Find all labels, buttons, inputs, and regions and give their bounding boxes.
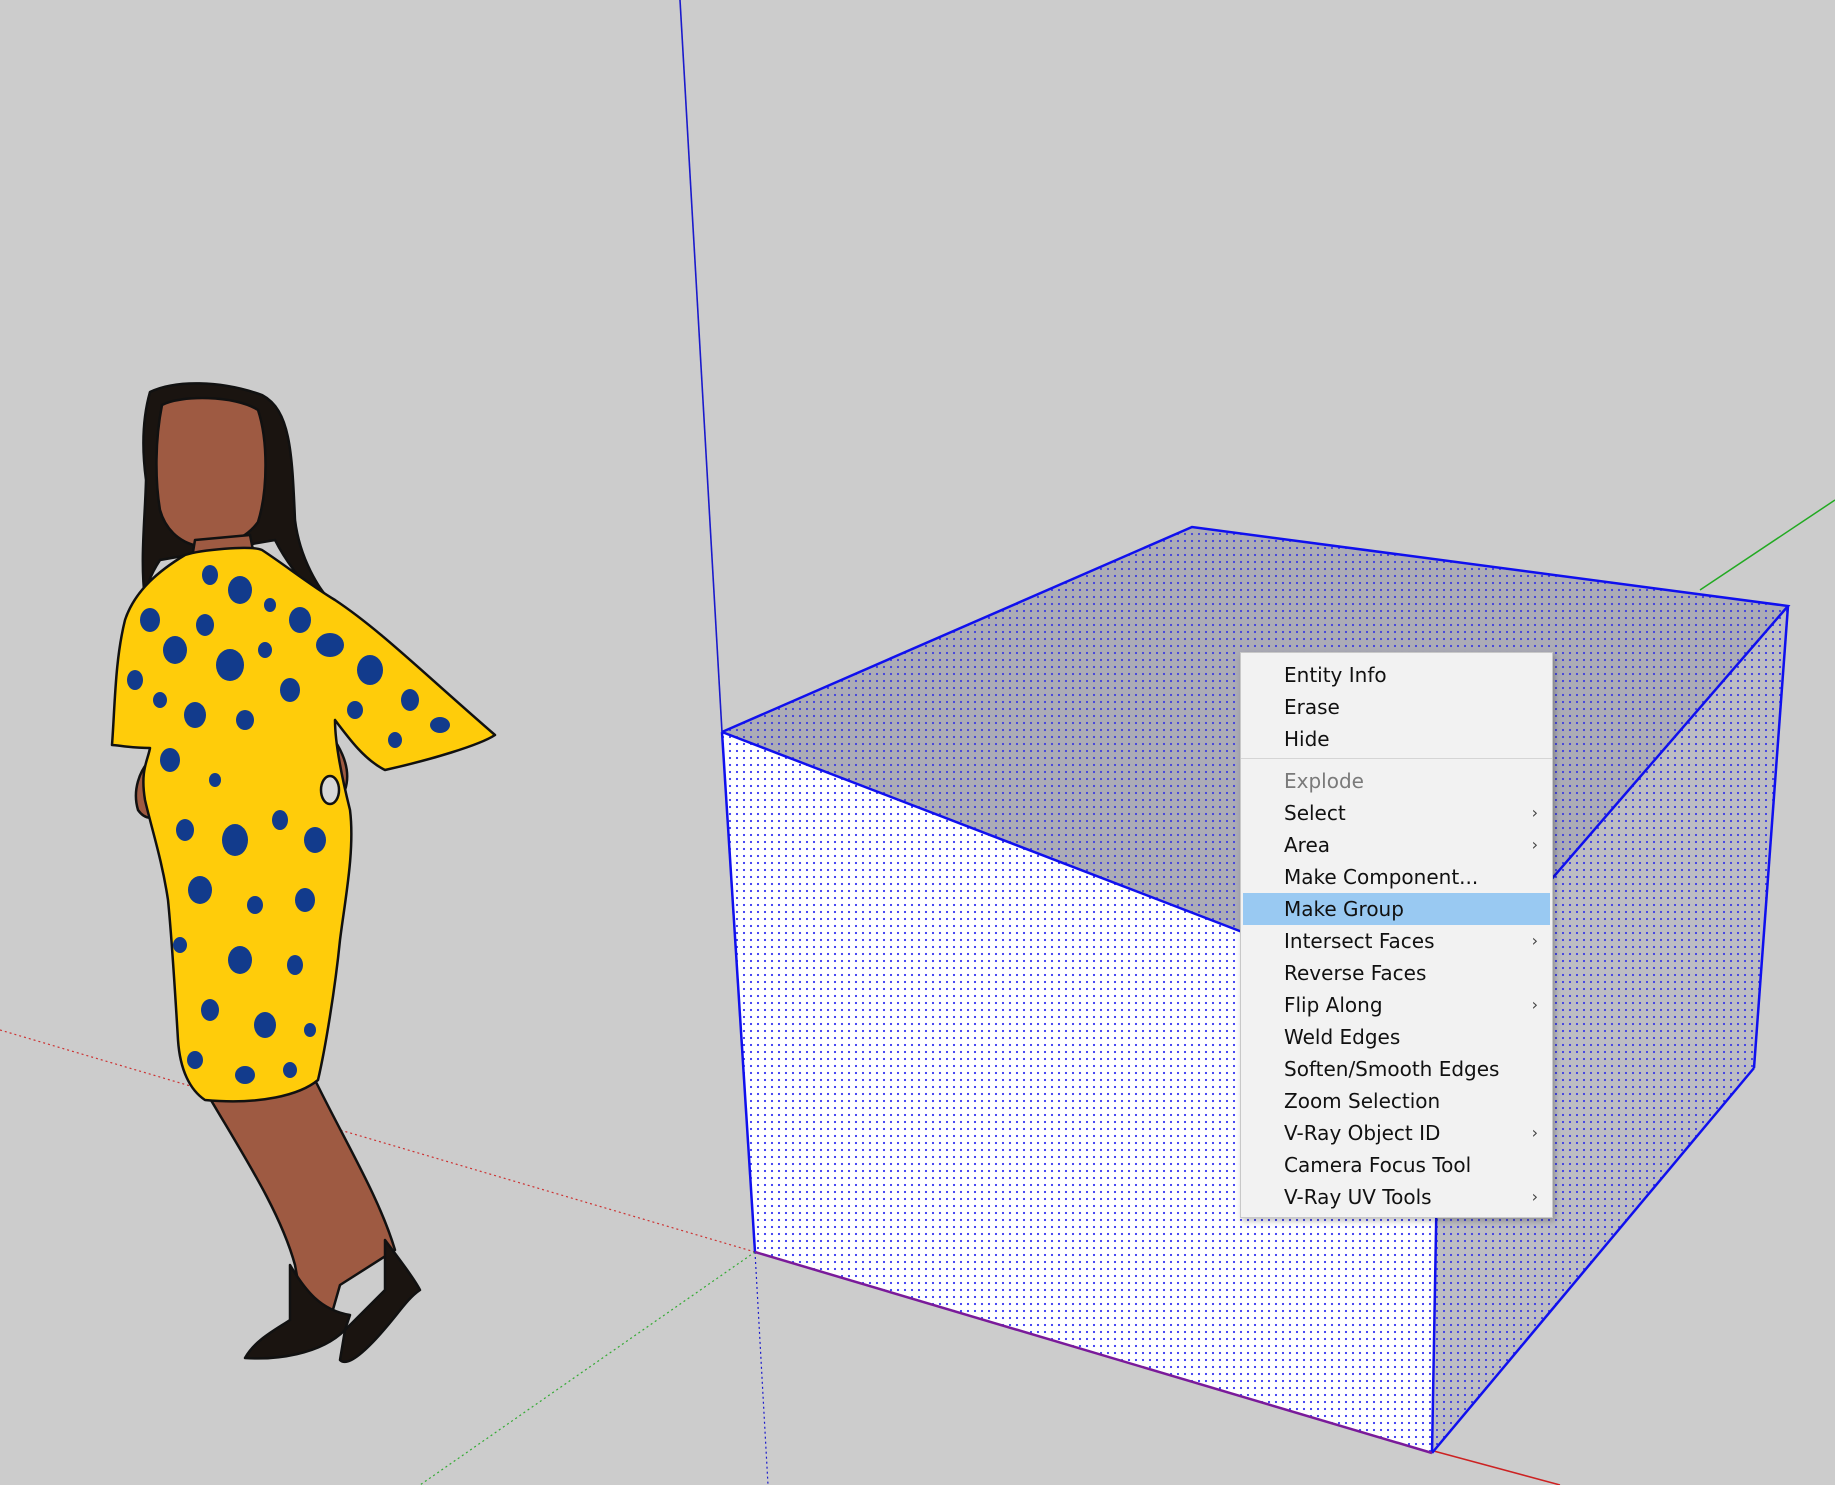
menu-item-label: Hide (1284, 727, 1330, 751)
chevron-right-icon: › (1531, 995, 1538, 1014)
menu-item-label: V-Ray UV Tools (1284, 1185, 1432, 1209)
blue-axis-solid (679, 0, 723, 733)
menu-item-label: Weld Edges (1284, 1025, 1401, 1049)
menu-item-label: Make Component... (1284, 865, 1479, 889)
menu-item-v-ray-uv-tools[interactable]: V-Ray UV Tools › (1241, 1181, 1552, 1213)
chevron-right-icon: › (1531, 803, 1538, 822)
context-menu: Entity Info Erase Hide Explode Select › Area › M… (1240, 652, 1553, 1218)
figure-face (155, 396, 267, 548)
menu-item-v-ray-object-id[interactable]: V-Ray Object ID › (1241, 1117, 1552, 1149)
menu-item-label: Reverse Faces (1284, 961, 1427, 985)
menu-separator (1241, 758, 1552, 759)
menu-item-weld-edges[interactable]: Weld Edges (1241, 1021, 1552, 1053)
menu-item-erase[interactable]: Erase (1241, 691, 1552, 723)
menu-item-label: Zoom Selection (1284, 1089, 1441, 1113)
person-figure[interactable] (110, 382, 497, 1364)
menu-item-label: Camera Focus Tool (1284, 1153, 1472, 1177)
menu-item-camera-focus-tool[interactable]: Camera Focus Tool (1241, 1149, 1552, 1181)
menu-item-label: Flip Along (1284, 993, 1383, 1017)
menu-item-make-component[interactable]: Make Component... (1241, 861, 1552, 893)
blue-axis-dotted (754, 1251, 769, 1485)
menu-item-label: Erase (1284, 695, 1340, 719)
menu-item-explode: Explode (1241, 765, 1552, 797)
figure-watch (319, 774, 341, 806)
menu-item-label: Explode (1284, 769, 1364, 793)
model-viewport[interactable] (0, 0, 1835, 1485)
menu-item-intersect-faces[interactable]: Intersect Faces › (1241, 925, 1552, 957)
menu-item-label: Entity Info (1284, 663, 1387, 687)
menu-item-label: Area (1284, 833, 1331, 857)
menu-item-soften-smooth-edges[interactable]: Soften/Smooth Edges (1241, 1053, 1552, 1085)
green-axis-solid (1699, 499, 1835, 591)
menu-item-make-group[interactable]: Make Group (1243, 893, 1550, 925)
red-axis-solid (1429, 1449, 1561, 1485)
menu-item-label: Select (1284, 801, 1346, 825)
chevron-right-icon: › (1531, 931, 1538, 950)
menu-item-label: Intersect Faces (1284, 929, 1435, 953)
chevron-right-icon: › (1531, 835, 1538, 854)
menu-item-label: V-Ray Object ID (1284, 1121, 1441, 1145)
green-axis-dotted (419, 1251, 756, 1485)
menu-item-zoom-selection[interactable]: Zoom Selection (1241, 1085, 1552, 1117)
chevron-right-icon: › (1531, 1123, 1538, 1142)
menu-item-hide[interactable]: Hide (1241, 723, 1552, 755)
chevron-right-icon: › (1531, 1187, 1538, 1206)
menu-item-label: Soften/Smooth Edges (1284, 1057, 1500, 1081)
menu-item-entity-info[interactable]: Entity Info (1241, 659, 1552, 691)
menu-item-flip-along[interactable]: Flip Along › (1241, 989, 1552, 1021)
menu-item-label: Make Group (1284, 897, 1404, 921)
menu-item-area[interactable]: Area › (1241, 829, 1552, 861)
menu-item-reverse-faces[interactable]: Reverse Faces (1241, 957, 1552, 989)
menu-item-select[interactable]: Select › (1241, 797, 1552, 829)
